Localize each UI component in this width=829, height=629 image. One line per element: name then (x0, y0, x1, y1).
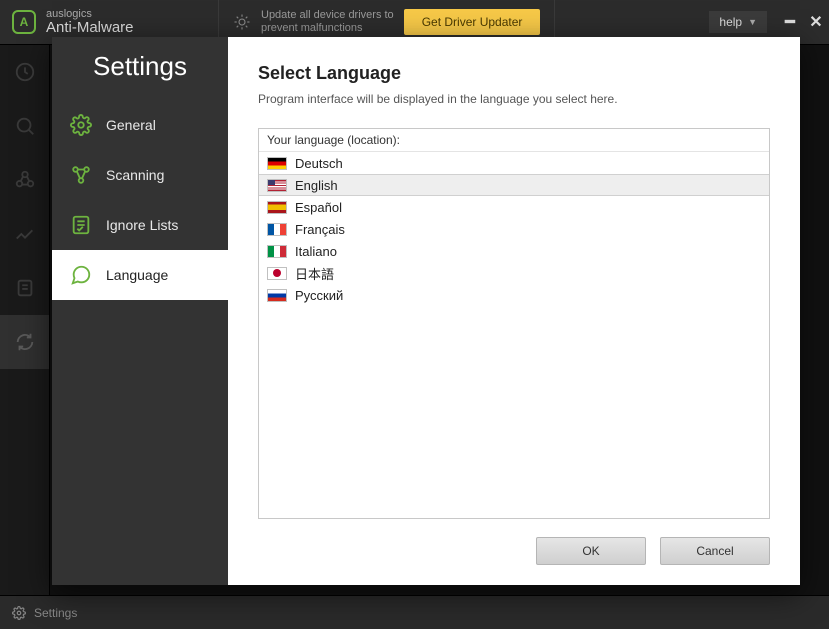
brand-big: Anti-Malware (46, 20, 134, 37)
promo-line-2: prevent malfunctions (261, 22, 394, 35)
nav-scanning-label: Scanning (106, 167, 164, 183)
lang-item-en[interactable]: English (259, 174, 769, 196)
lang-label: Italiano (295, 244, 337, 259)
flag-de-icon (267, 157, 287, 170)
nav-language-label: Language (106, 267, 168, 283)
toolstrip-schedule[interactable] (0, 261, 49, 315)
app-logo-icon: A (12, 10, 36, 34)
flag-ru-icon (267, 289, 287, 302)
toolstrip-scan[interactable] (0, 99, 49, 153)
nav-ignore-lists[interactable]: Ignore Lists (52, 200, 228, 250)
help-label: help (719, 15, 742, 29)
lang-label: 日本語 (295, 264, 334, 283)
flag-us-icon (267, 179, 287, 192)
app-logo-block: A auslogics Anti-Malware (0, 8, 218, 37)
lang-item-de[interactable]: Deutsch (259, 152, 769, 174)
minimize-button[interactable]: ━ (777, 9, 803, 35)
status-bar: Settings (0, 595, 829, 629)
promo-line-1: Update all device drivers to (261, 9, 394, 22)
nav-ignore-label: Ignore Lists (106, 217, 178, 233)
lang-label: Deutsch (295, 156, 343, 171)
lang-item-es[interactable]: Español (259, 196, 769, 218)
flag-it-icon (267, 245, 287, 258)
sun-icon (233, 13, 251, 31)
flag-es-icon (267, 201, 287, 214)
gear-icon (12, 606, 26, 620)
gear-icon (70, 114, 92, 136)
toolstrip-reports[interactable] (0, 207, 49, 261)
close-button[interactable]: ✕ (803, 9, 829, 35)
main-toolstrip (0, 45, 50, 595)
nav-general[interactable]: General (52, 100, 228, 150)
lang-item-ja[interactable]: 日本語 (259, 262, 769, 284)
lang-label: Español (295, 200, 342, 215)
flag-fr-icon (267, 223, 287, 236)
ok-button[interactable]: OK (536, 537, 646, 565)
body-desc: Program interface will be displayed in t… (258, 92, 770, 106)
toolstrip-dashboard[interactable] (0, 45, 49, 99)
language-list-label: Your language (location): (259, 129, 769, 152)
nodes-icon (70, 164, 92, 186)
language-list-box: Your language (location): Deutsch Englis… (258, 128, 770, 519)
nav-general-label: General (106, 117, 156, 133)
speech-bubble-icon (70, 264, 92, 286)
nav-language[interactable]: Language (52, 250, 228, 300)
lang-item-ru[interactable]: Русский (259, 284, 769, 306)
settings-sidebar: Settings General Scanning (52, 37, 228, 585)
toolstrip-settings[interactable] (0, 315, 49, 369)
toolstrip-quarantine[interactable] (0, 153, 49, 207)
get-updater-button[interactable]: Get Driver Updater (404, 9, 541, 35)
lang-label: Français (295, 222, 345, 237)
chevron-down-icon: ▼ (748, 17, 757, 27)
cancel-button[interactable]: Cancel (660, 537, 770, 565)
language-list[interactable]: Deutsch English Español Français (259, 152, 769, 518)
status-label[interactable]: Settings (34, 606, 77, 620)
lang-label: English (295, 178, 338, 193)
brand-small: auslogics (46, 8, 134, 20)
body-heading: Select Language (258, 63, 770, 84)
list-check-icon (70, 214, 92, 236)
settings-modal: Settings General Scanning (52, 37, 800, 585)
lang-label: Русский (295, 288, 343, 303)
nav-scanning[interactable]: Scanning (52, 150, 228, 200)
lang-item-it[interactable]: Italiano (259, 240, 769, 262)
help-dropdown[interactable]: help ▼ (709, 11, 767, 33)
lang-item-fr[interactable]: Français (259, 218, 769, 240)
flag-jp-icon (267, 267, 287, 280)
settings-title: Settings (52, 37, 228, 100)
settings-body: Select Language Program interface will b… (228, 37, 800, 585)
